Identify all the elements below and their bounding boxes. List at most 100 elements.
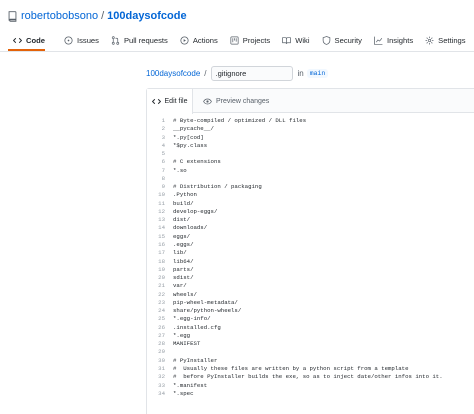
code-line: 24 share/python-wheels/: [147, 307, 474, 315]
code-line: 28 MANIFEST: [147, 340, 474, 348]
code-line: 10 .Python: [147, 191, 474, 199]
code-line: 19 parts/: [147, 266, 474, 274]
line-number: 1: [161, 117, 165, 124]
tab-insights[interactable]: Insights: [368, 31, 419, 49]
tab-code-label: Code: [26, 35, 45, 45]
filename-input[interactable]: [210, 66, 293, 81]
issue-icon: [64, 35, 73, 45]
code-line: 14 downloads/: [147, 224, 474, 232]
tab-preview-changes-label: Preview changes: [216, 97, 270, 105]
line-content: *.py[cod]: [173, 133, 204, 141]
tab-settings-label: Settings: [438, 35, 466, 45]
line-content: [165, 150, 173, 158]
line-number: 19: [158, 265, 165, 273]
line-content: dist/: [173, 216, 191, 224]
line-content: build/: [173, 199, 194, 207]
line-number: 3: [161, 133, 165, 141]
line-content: *.spec: [173, 389, 194, 397]
line-content: # C extensions: [173, 158, 221, 166]
code-line: 25 *.egg-info/: [147, 315, 474, 323]
editor-tabs: Edit file Preview changes: [147, 89, 474, 114]
line-content: .installed.cfg: [173, 323, 221, 331]
play-icon: [180, 35, 189, 45]
line-number: 33: [158, 381, 165, 389]
code-icon: [151, 98, 161, 105]
project-icon: [230, 35, 239, 45]
code-line: 33 *.manifest: [147, 382, 474, 390]
code-line: 27 *.egg: [147, 332, 474, 340]
tab-actions-label: Actions: [192, 35, 218, 45]
repo-separator: /: [101, 10, 105, 22]
code-icon: [13, 37, 22, 43]
line-number: 11: [158, 199, 165, 207]
line-number: 17: [158, 249, 165, 257]
tab-security[interactable]: Security: [316, 31, 368, 49]
line-content: lib64/: [173, 257, 194, 265]
line-number: 30: [158, 356, 165, 364]
line-content: # Byte-compiled / optimized / DLL files: [173, 117, 307, 124]
repo-title: robertobobsono / 100daysofcode: [8, 7, 187, 25]
line-content: share/python-wheels/: [173, 307, 242, 315]
tab-insights-label: Insights: [386, 35, 414, 45]
line-number: 21: [158, 282, 165, 290]
file-editor: Edit file Preview changes 1 # Byte-compil…: [146, 88, 474, 414]
shield-icon: [322, 35, 330, 45]
line-content: MANIFEST: [173, 340, 201, 348]
line-content: wheels/: [173, 290, 197, 298]
eye-icon: [203, 98, 212, 104]
line-content: sdist/: [173, 274, 194, 282]
code-line: 30 # PyInstaller: [147, 357, 474, 365]
line-number: 22: [158, 290, 165, 298]
line-number: 14: [158, 224, 165, 232]
repo-name-link[interactable]: 100daysofcode: [107, 10, 186, 22]
tab-code[interactable]: Code: [0, 31, 51, 49]
tab-edit-file[interactable]: Edit file: [147, 89, 193, 114]
code-line: 11 build/: [147, 200, 474, 208]
tabs-divider: [0, 51, 474, 52]
line-number: 27: [158, 331, 165, 339]
code-line: 12 develop-eggs/: [147, 208, 474, 216]
line-content: # before PyInstaller builds the exe, so …: [173, 373, 443, 381]
breadcrumb-repo-link[interactable]: 100daysofcode: [146, 69, 200, 78]
tab-projects[interactable]: Projects: [224, 31, 276, 49]
line-content: # Usually these files are written by a p…: [173, 364, 409, 372]
code-line: 23 pip-wheel-metadata/: [147, 299, 474, 307]
line-content: eggs/: [173, 232, 191, 240]
code-line: 26 .installed.cfg: [147, 324, 474, 332]
line-number: 34: [158, 389, 165, 397]
line-number: 9: [161, 183, 165, 191]
tab-pull-requests-label: Pull requests: [123, 35, 168, 45]
code-area[interactable]: 1 # Byte-compiled / optimized / DLL files…: [147, 117, 474, 398]
line-number: 20: [158, 274, 165, 282]
line-content: .Python: [173, 191, 197, 199]
code-line: 20 sdist/: [147, 274, 474, 282]
line-content: __pycache__/: [173, 125, 214, 133]
line-content: # PyInstaller: [173, 356, 218, 364]
line-content: lib/: [173, 249, 187, 257]
line-number: 13: [158, 216, 165, 224]
line-content: develop-eggs/: [173, 207, 218, 215]
file-path-bar: 100daysofcode / in main: [146, 66, 329, 81]
line-content: *.manifest: [173, 381, 208, 389]
line-content: pip-wheel-metadata/: [173, 298, 238, 306]
tab-actions[interactable]: Actions: [174, 31, 224, 49]
line-content: .eggs/: [173, 240, 194, 248]
tab-issues[interactable]: Issues: [58, 31, 105, 49]
line-number: 31: [158, 364, 165, 372]
tab-preview-changes[interactable]: Preview changes: [203, 89, 269, 113]
code-line: 9 # Distribution / packaging: [147, 183, 474, 191]
repo-icon: [8, 10, 17, 22]
line-number: 24: [158, 307, 165, 315]
repo-owner-link[interactable]: robertobobsono: [21, 10, 98, 22]
line-number: 29: [158, 348, 165, 356]
code-line: 31 # Usually these files are written by a…: [147, 365, 474, 373]
line-content: *.so: [173, 166, 187, 174]
tab-settings[interactable]: Settings: [419, 31, 471, 49]
code-line: 13 dist/: [147, 216, 474, 224]
code-line: 21 var/: [147, 282, 474, 290]
line-content: [165, 175, 173, 183]
line-number: 8: [161, 174, 165, 182]
tab-edit-file-label: Edit file: [164, 98, 188, 105]
tab-wiki[interactable]: Wiki: [276, 31, 315, 49]
tab-pull-requests[interactable]: Pull requests: [105, 31, 174, 49]
